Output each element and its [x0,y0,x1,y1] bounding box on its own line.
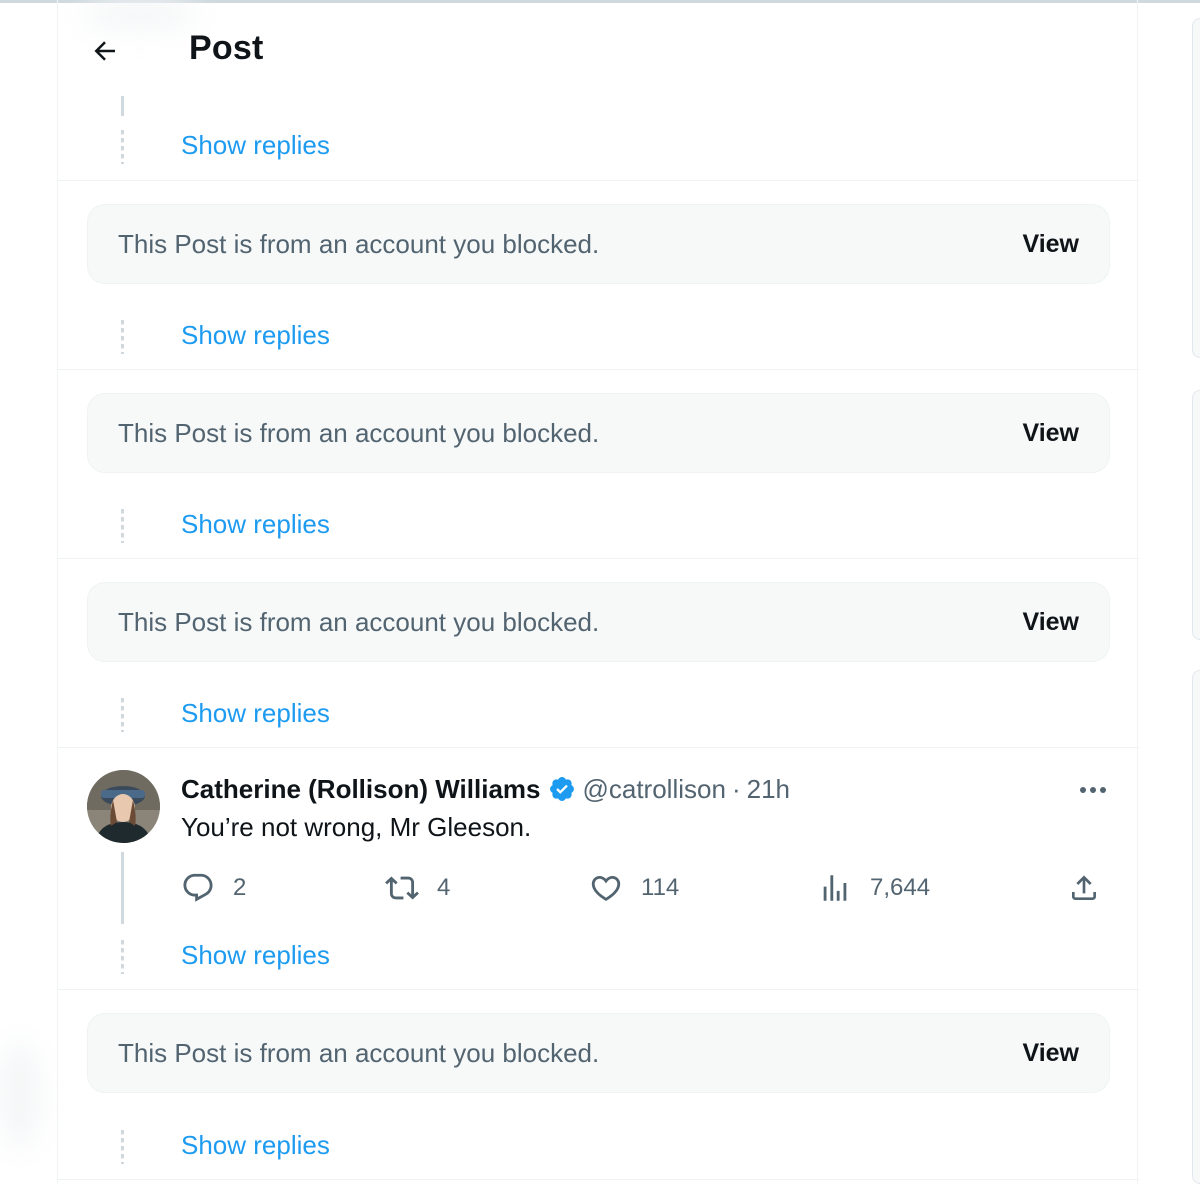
right-sidebar-panel [1192,390,1200,640]
tweet-text: You’re not wrong, Mr Gleeson. [181,812,532,842]
show-replies-link[interactable]: Show replies [181,130,330,161]
show-replies-link[interactable]: Show replies [181,509,330,540]
show-replies-link[interactable]: Show replies [181,698,330,729]
avatar[interactable] [87,770,160,843]
more-options-button[interactable] [1076,779,1110,801]
divider [58,989,1139,990]
thread-connector [121,320,124,354]
reply-button[interactable]: 2 [181,868,246,908]
views-icon [823,875,847,901]
show-replies-link[interactable]: Show replies [181,320,330,351]
divider [58,180,1139,181]
blocked-post-message: This Post is from an account you blocked… [118,1038,600,1068]
thread-connector [121,940,124,974]
share-icon [1072,875,1096,900]
like-button[interactable]: 114 [589,868,679,908]
repost-button[interactable]: 4 [385,868,450,908]
reply-icon [183,873,213,902]
separator-dot: · [731,773,741,804]
view-button[interactable]: View [1022,230,1079,259]
blocked-post-message: This Post is from an account you blocked… [118,229,600,259]
views-count: 7,644 [870,874,931,901]
author-name[interactable]: Catherine (Rollison) Williams [181,774,540,805]
divider [58,1179,1139,1180]
post-timestamp[interactable]: 21h [747,774,790,805]
reply-count: 2 [233,874,247,901]
right-sidebar-panel [1192,18,1200,358]
view-button[interactable]: View [1022,608,1079,637]
repost-icon [385,876,419,900]
repost-count: 4 [437,874,451,901]
show-replies-link[interactable]: Show replies [181,940,330,971]
thread-connector [121,509,124,543]
view-button[interactable]: View [1022,1039,1079,1068]
author-handle[interactable]: @catrollison [582,774,725,805]
back-arrow-icon [94,41,115,61]
post-header: Post [58,0,1139,92]
blurred-background [0,1040,40,1150]
divider [58,369,1139,370]
verified-badge-icon [550,777,575,801]
divider [58,747,1139,748]
right-sidebar-panel [1192,670,1200,1184]
show-replies-link[interactable]: Show replies [181,1130,330,1161]
like-icon [591,875,621,901]
thread-connector [121,130,124,164]
thread-connector [121,698,124,732]
more-icon [1080,787,1106,793]
view-button[interactable]: View [1022,419,1079,448]
like-count: 114 [641,874,680,901]
blocked-post-notice: This Post is from an account you blocked… [87,204,1110,284]
divider [58,558,1139,559]
blocked-post-notice: This Post is from an account you blocked… [87,582,1110,662]
blocked-post-notice: This Post is from an account you blocked… [87,393,1110,473]
blocked-post-message: This Post is from an account you blocked… [118,418,600,448]
views-button[interactable]: 7,644 [818,868,930,908]
post-thread-column: Post Show replies This Post is from an a… [57,0,1139,1184]
thread-connector [121,96,124,116]
blocked-post-notice: This Post is from an account you blocked… [87,1013,1110,1093]
page-title: Post [189,29,264,67]
thread-connector [121,852,124,924]
blocked-post-message: This Post is from an account you blocked… [118,607,600,637]
back-button[interactable] [84,30,126,72]
tweet-header: Catherine (Rollison) Williams @catrollis… [181,772,790,806]
thread-connector [121,1130,124,1164]
share-button[interactable] [1066,868,1102,908]
